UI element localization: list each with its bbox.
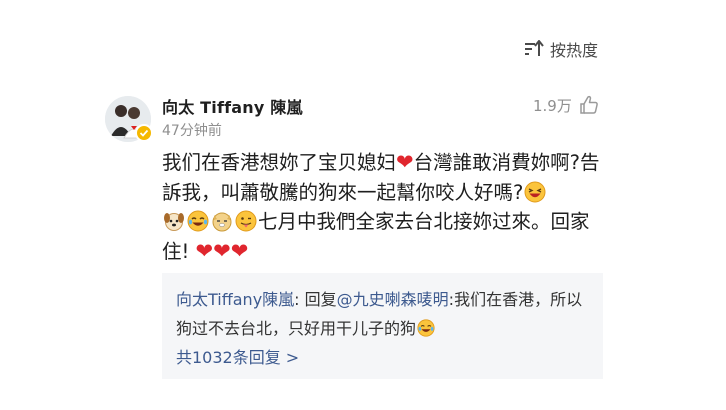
view-replies-link[interactable]: 共1032条回复 > bbox=[176, 344, 299, 368]
like-button[interactable]: 1.9万 bbox=[533, 94, 600, 116]
laugh-emoji bbox=[524, 181, 546, 203]
thumbs-up-icon bbox=[580, 95, 598, 114]
laugh-tears-emoji bbox=[417, 319, 435, 337]
reply-preview[interactable]: 向太Tiffany陳嵐: 回复@九史喇森唛明:我们在香港，所以狗过不去台北，只好… bbox=[162, 273, 603, 379]
verified-badge bbox=[135, 124, 153, 142]
reply-prefix: : 回复 bbox=[294, 290, 337, 309]
comment-text: 我们在香港想妳了宝贝媳妇❤台灣誰敢消費妳啊?告訴我，叫蕭敬騰的狗來一起幫你咬人好… bbox=[162, 148, 610, 266]
heart-emoji: ❤ bbox=[396, 150, 414, 174]
doge-emoji bbox=[211, 210, 233, 232]
hearts-emoji: ❤❤❤ bbox=[195, 238, 249, 263]
comment-text-part1: 我们在香港想妳了宝贝媳妇 bbox=[162, 151, 397, 174]
comment-time: 47分钟前 bbox=[162, 123, 222, 139]
laugh-tears-emoji bbox=[187, 210, 209, 232]
avatar[interactable] bbox=[105, 96, 153, 142]
sort-label: 按热度 bbox=[550, 41, 599, 60]
check-icon bbox=[139, 129, 149, 137]
reply-text: 向太Tiffany陳嵐: 回复@九史喇森唛明:我们在香港，所以狗过不去台北，只好… bbox=[176, 285, 594, 343]
reply-mention[interactable]: @九史喇森唛明 bbox=[337, 290, 449, 309]
comment-user-name[interactable]: 向太 Tiffany 陳嵐 bbox=[162, 94, 303, 118]
dog-emoji bbox=[163, 210, 185, 232]
like-count: 1.9万 bbox=[533, 96, 572, 115]
tongue-emoji bbox=[235, 210, 257, 232]
sort-button[interactable]: 按热度 bbox=[524, 37, 598, 61]
comment-page: 按热度 向太 Tiffany 陳嵐 47分钟前 1.9万 我们在香港想妳了宝贝媳… bbox=[0, 0, 726, 410]
sort-icon bbox=[525, 40, 544, 56]
reply-user-name[interactable]: 向太Tiffany陳嵐 bbox=[176, 290, 294, 309]
